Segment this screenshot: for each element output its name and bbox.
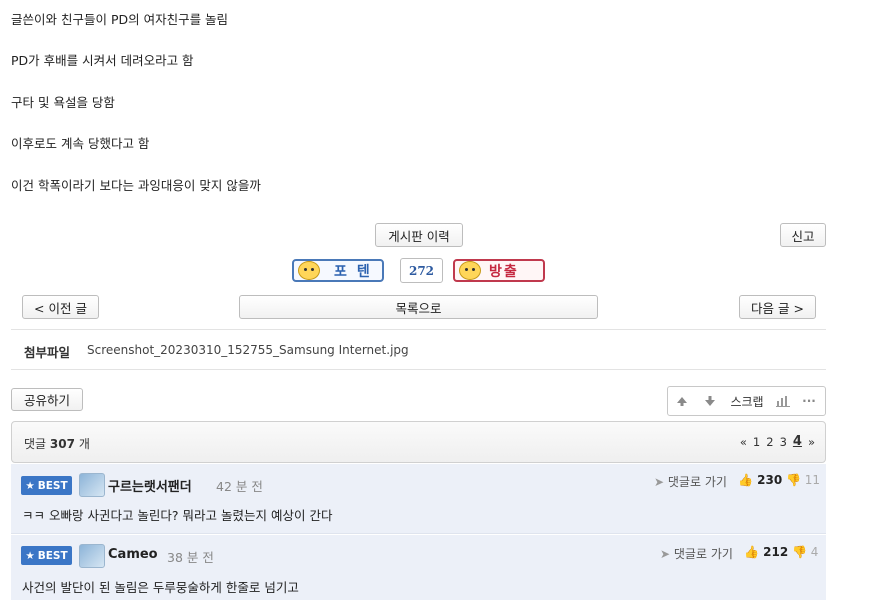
thumbs-down-icon: 👎 bbox=[786, 473, 801, 487]
vote-count: 272 bbox=[400, 258, 443, 283]
stats-icon[interactable] bbox=[770, 387, 796, 415]
comment-like-button[interactable]: 👍 230 bbox=[738, 473, 782, 487]
attachment-label: 첨부파일 bbox=[24, 345, 71, 360]
thumbs-up-icon: 👍 bbox=[744, 545, 759, 559]
comment-time: 42 분 전 bbox=[216, 479, 263, 494]
send-icon: ➤ bbox=[654, 475, 665, 489]
next-post-button[interactable]: 다음 글 > bbox=[739, 295, 816, 319]
best-badge: ★ BEST bbox=[21, 476, 72, 495]
comment-author[interactable]: 구르는랫서팬더 bbox=[108, 476, 192, 495]
comment-text: 사건의 발단이 된 놀림은 두루뭉술하게 한줄로 넘기고 bbox=[22, 580, 299, 595]
comment-count-number: 307 bbox=[49, 437, 75, 451]
thumbs-down-icon: 👎 bbox=[792, 545, 807, 559]
comment-author[interactable]: Cameo bbox=[108, 547, 158, 562]
scroll-down-icon[interactable] bbox=[696, 387, 724, 415]
more-options-icon[interactable]: ··· bbox=[796, 387, 822, 415]
upvote-button[interactable]: 포텐 bbox=[292, 259, 384, 282]
avatar[interactable] bbox=[79, 544, 105, 568]
go-to-comment-link[interactable]: ➤ 댓글로 가기 bbox=[660, 545, 733, 562]
downvote-label: 방출 bbox=[489, 263, 519, 280]
post-line-4: 이후로도 계속 당했다고 함 bbox=[11, 136, 150, 151]
comment-header: 댓글 307 개 « 1 2 3 4 » bbox=[11, 421, 826, 463]
pager-first[interactable]: « bbox=[740, 435, 747, 449]
post-line-3: 구타 및 욕설을 당함 bbox=[11, 95, 115, 110]
pager-page-2[interactable]: 2 bbox=[766, 435, 773, 449]
thumbs-up-icon: 👍 bbox=[738, 473, 753, 487]
report-button[interactable]: 신고 bbox=[780, 223, 826, 247]
pager-last[interactable]: » bbox=[808, 435, 815, 449]
thumbs-up-face-icon bbox=[298, 261, 320, 280]
star-icon: ★ bbox=[25, 479, 35, 492]
comment-item: ★ BEST 구르는랫서팬더 42 분 전 ➤ 댓글로 가기 👍 230 👎 11… bbox=[11, 464, 826, 534]
upvote-label: 포텐 bbox=[334, 263, 380, 280]
comment-time: 38 분 전 bbox=[167, 550, 214, 565]
downvote-button[interactable]: 방출 bbox=[453, 259, 545, 282]
scroll-up-icon[interactable] bbox=[668, 387, 696, 415]
comment-pagination: « 1 2 3 4 » bbox=[740, 434, 815, 449]
pager-current-page[interactable]: 4 bbox=[793, 434, 802, 449]
pager-page-3[interactable]: 3 bbox=[780, 435, 787, 449]
divider bbox=[11, 329, 826, 330]
comment-count: 댓글 307 개 bbox=[24, 437, 90, 451]
share-button[interactable]: 공유하기 bbox=[11, 388, 83, 411]
attachment-link[interactable]: Screenshot_20230310_152755_Samsung Inter… bbox=[87, 343, 409, 357]
comment-item: ★ BEST Cameo 38 분 전 ➤ 댓글로 가기 👍 212 👎 4 사건… bbox=[11, 535, 826, 600]
send-icon: ➤ bbox=[660, 547, 671, 561]
comment-dislike-button[interactable]: 👎 11 bbox=[786, 473, 820, 487]
comment-like-button[interactable]: 👍 212 bbox=[744, 545, 788, 559]
star-icon: ★ bbox=[25, 549, 35, 562]
prev-post-button[interactable]: < 이전 글 bbox=[22, 295, 99, 319]
board-history-button[interactable]: 게시판 이력 bbox=[375, 223, 463, 247]
avatar[interactable] bbox=[79, 473, 105, 497]
thumbs-down-face-icon bbox=[459, 261, 481, 280]
post-line-1: 글쓴이와 친구들이 PD의 여자친구를 놀림 bbox=[11, 12, 229, 27]
comment-dislike-button[interactable]: 👎 4 bbox=[792, 545, 818, 559]
post-tools: 스크랩 ··· bbox=[667, 386, 826, 416]
best-badge: ★ BEST bbox=[21, 546, 72, 565]
divider bbox=[11, 369, 826, 370]
pager-page-1[interactable]: 1 bbox=[753, 435, 760, 449]
go-to-comment-link[interactable]: ➤ 댓글로 가기 bbox=[654, 473, 727, 490]
comment-text: ㅋㅋ 오빠랑 사귄다고 놀린다? 뭐라고 놀렸는지 예상이 간다 bbox=[22, 508, 333, 523]
back-to-list-button[interactable]: 목록으로 bbox=[239, 295, 598, 319]
post-line-5: 이건 학폭이라기 보다는 과잉대응이 맞지 않을까 bbox=[11, 178, 261, 193]
scrap-button[interactable]: 스크랩 bbox=[724, 387, 770, 415]
post-line-2: PD가 후배를 시켜서 데려오라고 함 bbox=[11, 53, 194, 68]
